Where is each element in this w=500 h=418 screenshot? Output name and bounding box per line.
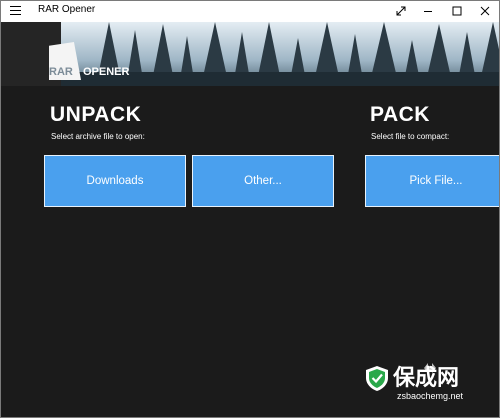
minimize-icon — [424, 11, 432, 12]
logo-rar-text: RAR — [49, 66, 73, 78]
pick-file-button[interactable]: Pick File... — [365, 155, 499, 207]
logo-opener-text: OPENER — [83, 66, 130, 78]
shield-check-icon — [366, 366, 388, 391]
header-banner: RAR OPENER — [1, 22, 499, 86]
maximize-icon — [452, 6, 462, 16]
hamburger-menu-icon[interactable] — [10, 6, 21, 16]
other-button[interactable]: Other... — [192, 155, 334, 207]
expand-diagonal-icon[interactable] — [387, 1, 415, 21]
watermark-url: zsbaochemg.net — [397, 391, 464, 401]
minimize-button[interactable] — [414, 1, 442, 21]
unpack-heading: UNPACK — [50, 103, 142, 126]
watermark: 保成网 zsbaochemg.net — [363, 356, 493, 411]
app-window: RAR Opener RAR OPENER UNPACK Select arch… — [0, 0, 500, 418]
title-bar: RAR Opener — [1, 0, 499, 22]
window-title: RAR Opener — [38, 4, 96, 15]
close-button[interactable] — [471, 1, 499, 21]
pack-heading: PACK — [370, 103, 430, 126]
watermark-name: 保成网 — [393, 365, 460, 390]
close-icon — [480, 6, 490, 16]
pack-subtitle: Select file to compact: — [371, 132, 450, 141]
app-logo: RAR OPENER — [47, 42, 145, 82]
maximize-button[interactable] — [443, 1, 471, 21]
downloads-button[interactable]: Downloads — [44, 155, 186, 207]
unpack-subtitle: Select archive file to open: — [51, 132, 145, 141]
